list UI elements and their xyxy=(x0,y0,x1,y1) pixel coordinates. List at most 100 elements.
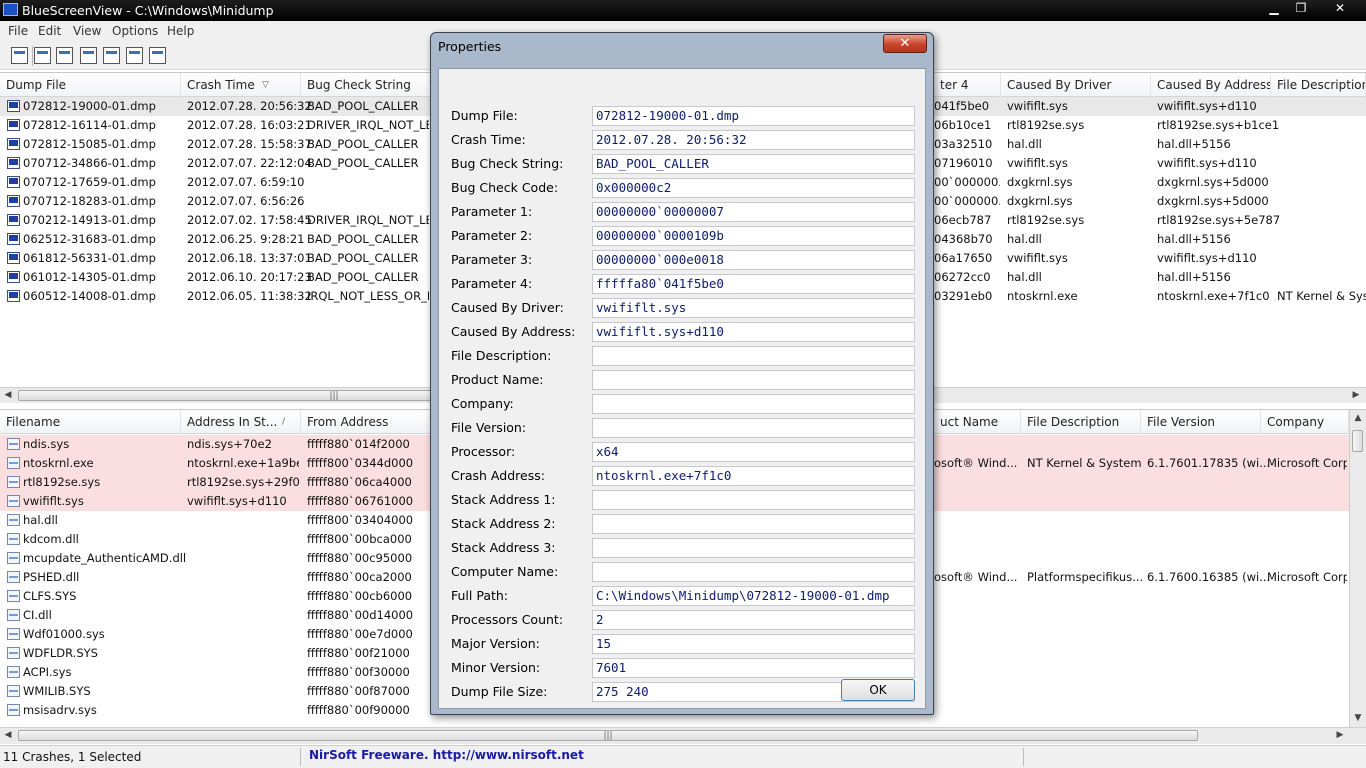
properties-icon[interactable] xyxy=(11,47,28,64)
property-value[interactable]: 2012.07.28. 20:56:32 xyxy=(592,130,915,150)
menu-edit[interactable]: Edit xyxy=(38,24,61,38)
cell-file: ACPI.sys xyxy=(23,665,72,679)
scroll-left-icon[interactable]: ◀ xyxy=(0,728,16,744)
property-label: Crash Address: xyxy=(451,468,545,483)
scroll-right-icon[interactable]: ▶ xyxy=(1348,388,1364,404)
menu-options[interactable]: Options xyxy=(112,24,158,38)
cell-prod xyxy=(934,682,1018,701)
property-value[interactable]: 00000000`00000007 xyxy=(592,202,915,222)
property-label: Stack Address 1: xyxy=(451,492,556,507)
property-value[interactable] xyxy=(592,490,915,510)
menu-help[interactable]: Help xyxy=(167,24,194,38)
scroll-thumb[interactable] xyxy=(1352,430,1363,452)
maximize-button[interactable]: ❐ xyxy=(1289,1,1313,17)
cell-p4: 00`000000... xyxy=(934,175,1000,189)
driver-list-vscrollbar[interactable]: ▲ ▼ xyxy=(1349,410,1366,728)
driver-file-icon xyxy=(7,476,20,488)
ok-button[interactable]: OK xyxy=(841,679,915,701)
property-label: File Description: xyxy=(451,348,552,363)
col-dump-file[interactable]: Dump File xyxy=(0,73,181,97)
col-parameter-4[interactable]: ter 4 xyxy=(934,73,1001,97)
cell-time: 2012.07.28. 16:03:21 xyxy=(187,118,312,132)
property-value[interactable]: 15 xyxy=(592,634,915,654)
scroll-up-icon[interactable]: ▲ xyxy=(1350,410,1366,426)
cell-from: fffff880`00ca2000 xyxy=(307,570,412,584)
property-value[interactable] xyxy=(592,394,915,414)
cell-company xyxy=(1267,701,1347,720)
exit-icon[interactable] xyxy=(149,47,166,64)
col-product-name[interactable]: uct Name xyxy=(934,410,1021,434)
property-value[interactable]: x64 xyxy=(592,442,915,462)
property-value[interactable]: BAD_POOL_CALLER xyxy=(592,154,915,174)
property-value[interactable]: vwififlt.sys+d110 xyxy=(592,322,915,342)
driver-file-icon xyxy=(7,514,20,526)
close-button[interactable]: ✕ xyxy=(1328,1,1352,17)
property-value[interactable]: 2 xyxy=(592,610,915,630)
dialog-title: Properties xyxy=(438,39,502,54)
col-caused-by-address[interactable]: Caused By Address xyxy=(1151,73,1271,97)
nirsoft-link[interactable]: NirSoft Freeware. http://www.nirsoft.net xyxy=(309,748,584,762)
dump-file-icon xyxy=(7,138,20,150)
col-caused-by-driver[interactable]: Caused By Driver xyxy=(1001,73,1151,97)
cell-company xyxy=(1267,435,1347,454)
col-crash-time[interactable]: Crash Time xyxy=(181,73,301,97)
cell-prod xyxy=(934,435,1018,454)
dump-file-icon xyxy=(7,252,20,264)
property-value[interactable] xyxy=(592,418,915,438)
col-bug-check-string[interactable]: Bug Check String xyxy=(301,73,431,97)
scroll-left-icon[interactable]: ◀ xyxy=(0,388,16,404)
cell-address: ntoskrnl.exe+7f1c0 xyxy=(1157,289,1270,303)
find-icon[interactable] xyxy=(126,47,143,64)
col-file-description[interactable]: File Description xyxy=(1271,73,1366,97)
minimize-button[interactable]: ▁ xyxy=(1262,1,1286,17)
property-value[interactable] xyxy=(592,538,915,558)
cell-company: Microsoft Corp xyxy=(1267,570,1347,584)
menu-view[interactable]: View xyxy=(73,24,101,38)
cell-addr xyxy=(187,587,299,606)
cell-company xyxy=(1267,663,1347,682)
property-value[interactable]: ntoskrnl.exe+7f1c0 xyxy=(592,466,915,486)
col-file-version[interactable]: File Version xyxy=(1141,410,1261,434)
refresh-icon[interactable] xyxy=(56,47,73,64)
property-value[interactable]: 00000000`0000109b xyxy=(592,226,915,246)
property-value[interactable]: 0x000000c2 xyxy=(592,178,915,198)
cell-driver: rtl8192se.sys xyxy=(1007,118,1085,132)
cell-company xyxy=(1267,530,1347,549)
property-value[interactable] xyxy=(592,370,915,390)
property-value[interactable]: 00000000`000e0018 xyxy=(592,250,915,270)
property-value[interactable] xyxy=(592,562,915,582)
html-report-icon[interactable] xyxy=(103,47,120,64)
menu-file[interactable]: File xyxy=(8,24,28,38)
cell-time: 2012.07.07. 6:56:26 xyxy=(187,194,305,208)
dialog-close-button[interactable]: ✕ xyxy=(883,34,927,53)
property-value[interactable]: 072812-19000-01.dmp xyxy=(592,106,915,126)
col-from-address[interactable]: From Address xyxy=(301,410,431,434)
cell-prod xyxy=(934,606,1018,625)
driver-list-hscrollbar[interactable]: ◀ ||| ▶ xyxy=(0,727,1366,744)
scroll-thumb[interactable]: ||| xyxy=(18,730,1198,741)
cell-file: CLFS.SYS xyxy=(23,589,77,603)
col-company[interactable]: Company xyxy=(1261,410,1349,434)
copy-icon[interactable] xyxy=(80,47,97,64)
property-value[interactable] xyxy=(592,346,915,366)
property-value[interactable]: vwififlt.sys xyxy=(592,298,915,318)
cell-from: fffff800`00bca000 xyxy=(307,532,412,546)
scroll-right-icon[interactable]: ▶ xyxy=(1332,728,1348,744)
property-value[interactable]: fffffa80`041f5be0 xyxy=(592,274,915,294)
property-value[interactable]: C:\Windows\Minidump\072812-19000-01.dmp xyxy=(592,586,915,606)
cell-bug: BAD_POOL_CALLER xyxy=(307,99,419,113)
cell-company xyxy=(1267,549,1347,568)
cell-p4: 04368b70 xyxy=(934,232,993,246)
cell-p4: 07196010 xyxy=(934,156,993,170)
cell-prod: osoft® Wind... xyxy=(934,456,1018,470)
cell-bug xyxy=(307,173,429,192)
grip-icon: ||| xyxy=(603,731,613,741)
property-value[interactable] xyxy=(592,514,915,534)
scroll-down-icon[interactable]: ▼ xyxy=(1350,710,1366,726)
col-filename[interactable]: Filename xyxy=(0,410,181,434)
cell-time: 2012.07.02. 17:58:45 xyxy=(187,213,312,227)
col-file-description[interactable]: File Description xyxy=(1021,410,1141,434)
save-icon[interactable] xyxy=(34,47,51,64)
property-value[interactable]: 7601 xyxy=(592,658,915,678)
cell-prod xyxy=(934,663,1018,682)
